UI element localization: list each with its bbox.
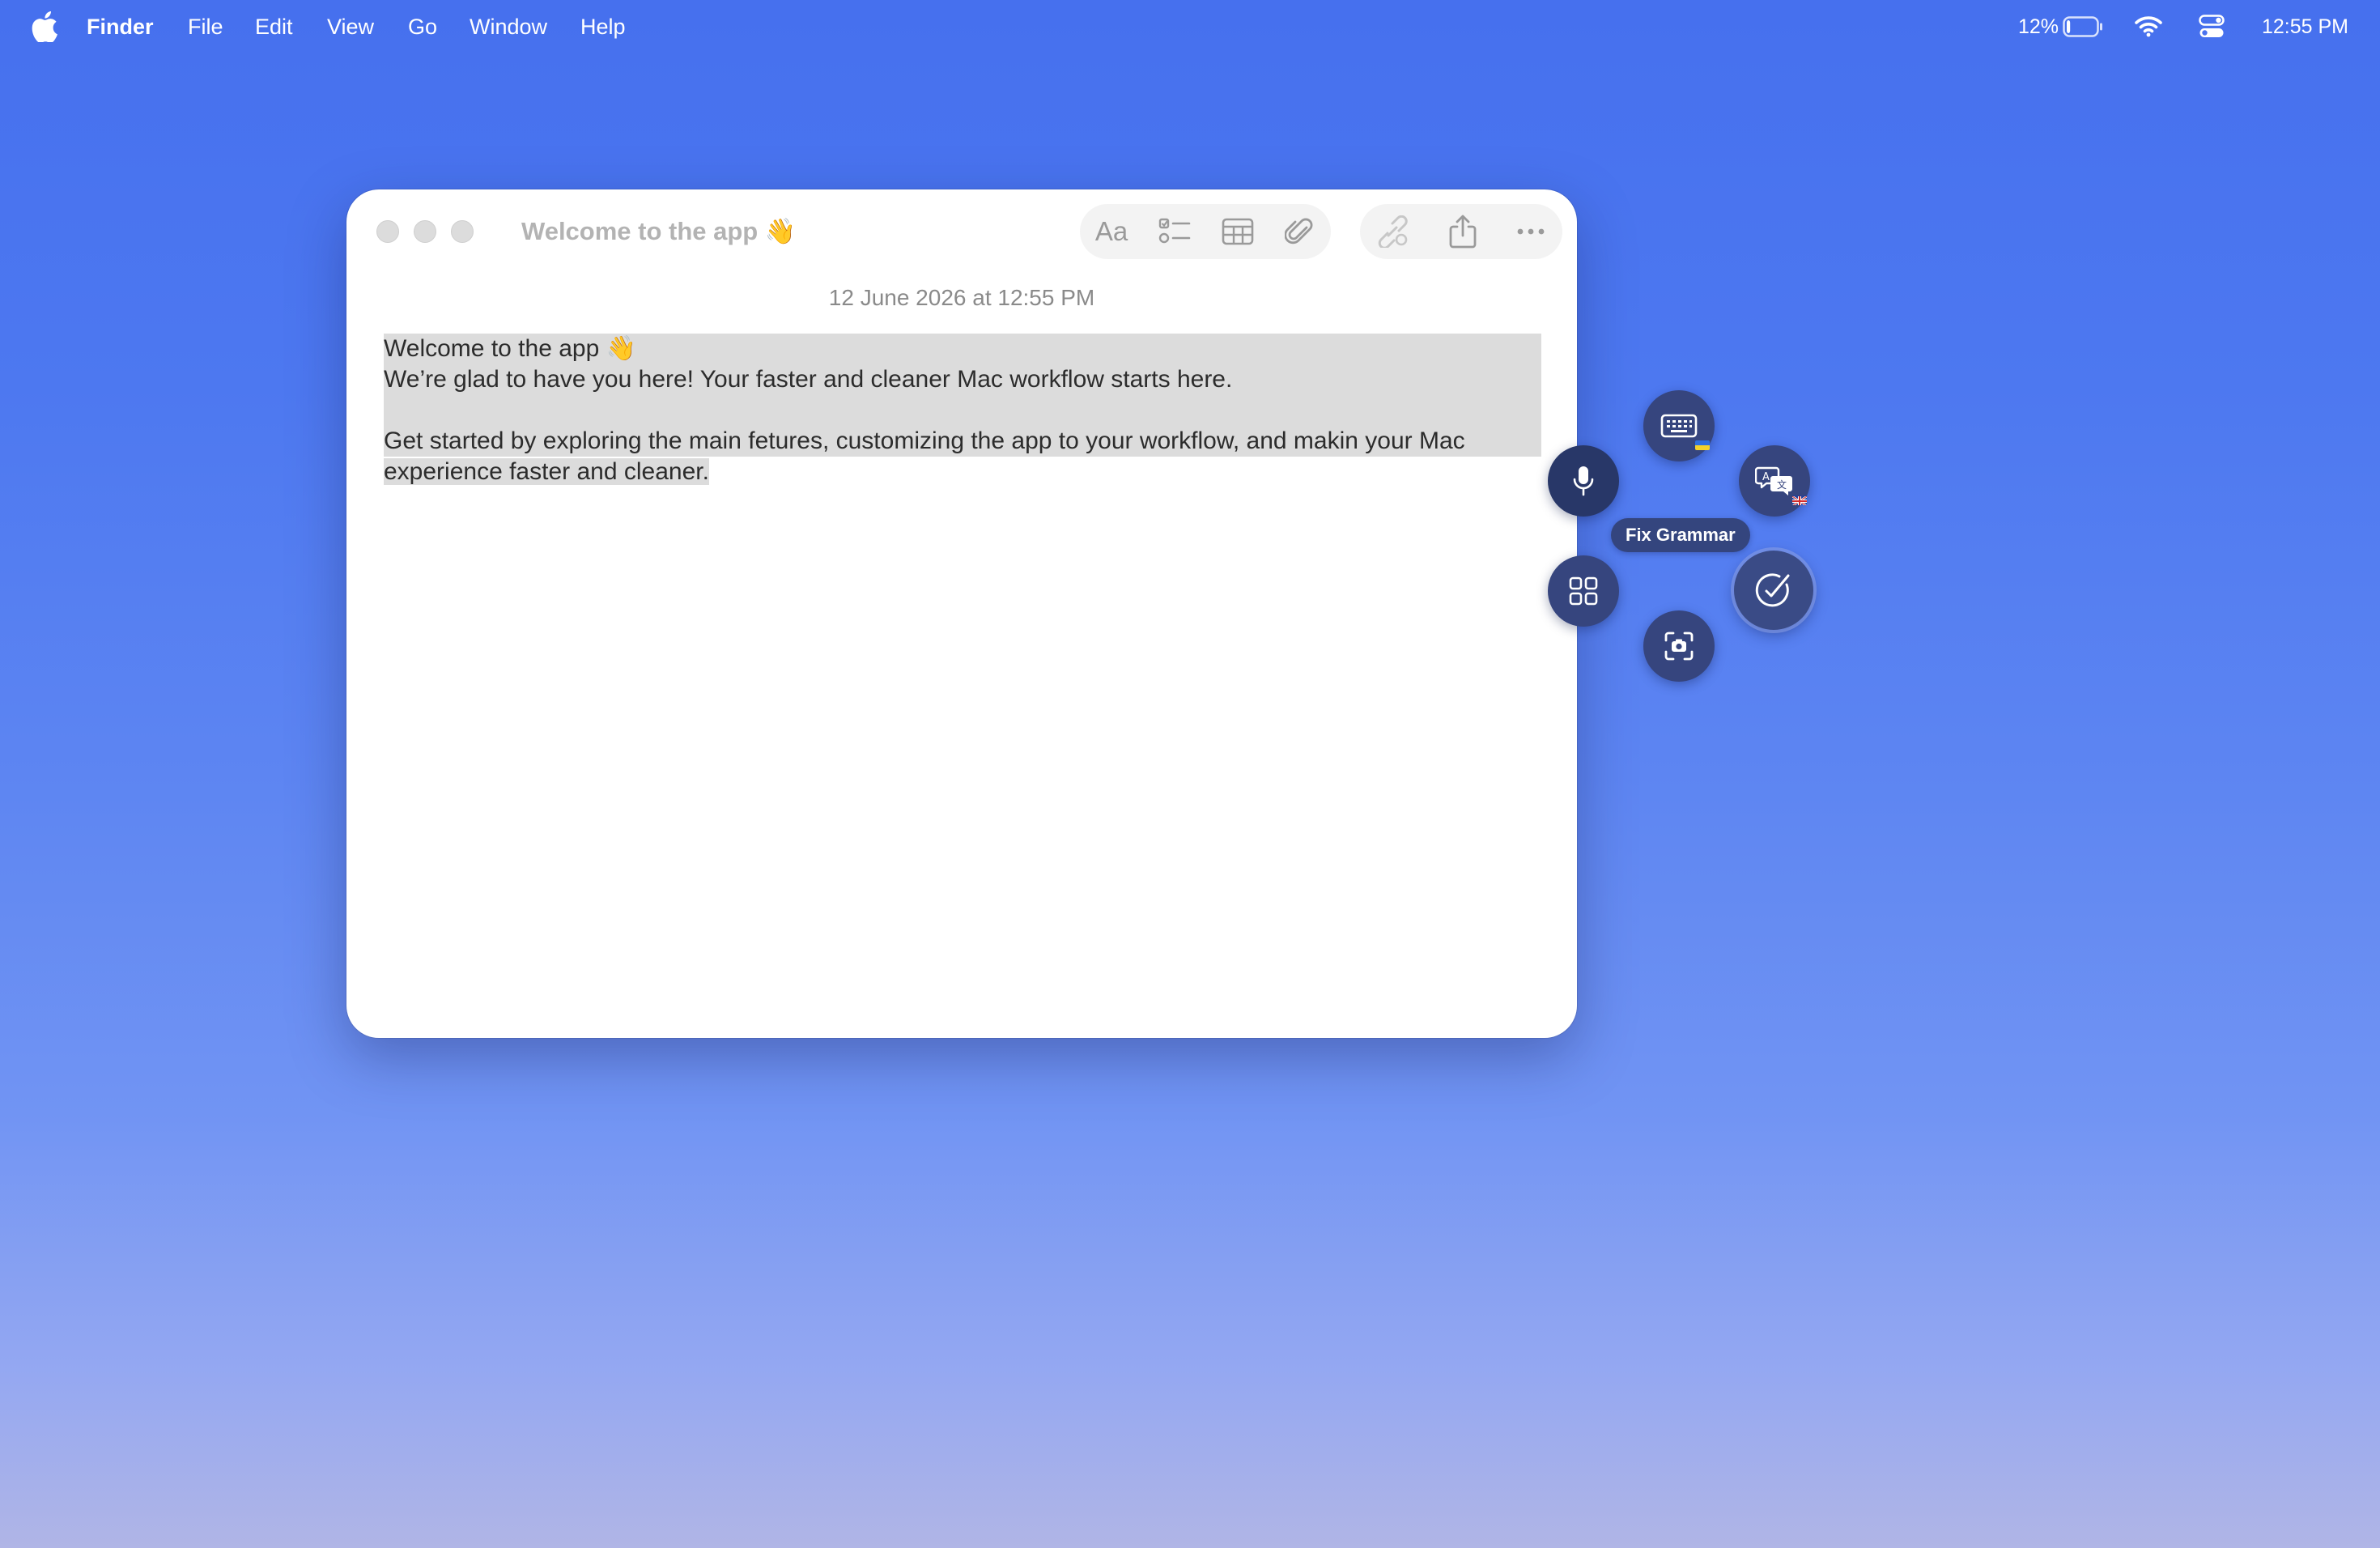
ukraine-flag-icon [1695, 440, 1710, 450]
menu-bar: Finder File Edit View Go Window Help 12%… [0, 0, 2380, 53]
menu-go[interactable]: Go [408, 13, 437, 40]
screenshot-button[interactable] [1643, 610, 1715, 682]
dictation-button[interactable] [1548, 445, 1619, 517]
translate-icon: A 文 [1755, 466, 1792, 495]
apps-grid-button[interactable] [1548, 555, 1619, 627]
table-icon [1222, 218, 1254, 245]
uk-flag-icon [1792, 495, 1807, 505]
checklist-button[interactable] [1146, 204, 1203, 259]
svg-text:文: 文 [1777, 478, 1787, 491]
fix-grammar-tooltip: Fix Grammar [1611, 518, 1750, 552]
more-button[interactable] [1502, 204, 1559, 259]
format-button[interactable]: Aa [1083, 204, 1140, 259]
share-toolbar [1360, 204, 1562, 259]
control-center-icon[interactable] [2199, 15, 2225, 39]
zoom-button[interactable] [451, 220, 474, 243]
keyboard-button[interactable] [1643, 390, 1715, 461]
note-body[interactable]: Welcome to the app 👋 We’re glad to have … [384, 334, 1541, 487]
minimize-button[interactable] [414, 220, 436, 243]
note-blank-line [384, 395, 1541, 426]
fix-grammar-button[interactable] [1734, 551, 1813, 630]
note-date: 12 June 2026 at 12:55 PM [828, 285, 1095, 310]
collaborate-button[interactable] [1365, 204, 1422, 259]
note-line-body: Get started by exploring the main feture… [384, 426, 1541, 457]
collaborate-icon [1378, 215, 1408, 248]
battery-icon[interactable] [2063, 16, 2103, 37]
table-button[interactable] [1209, 204, 1266, 259]
keyboard-icon [1660, 414, 1698, 438]
wifi-icon[interactable] [2134, 15, 2163, 37]
note-line-title: Welcome to the app 👋 [384, 334, 1541, 364]
checklist-icon [1158, 218, 1191, 244]
close-button[interactable] [376, 220, 399, 243]
format-text-label: Aa [1094, 216, 1128, 246]
screenshot-icon [1664, 632, 1694, 661]
battery-percent: 12% [2018, 15, 2059, 38]
attachment-icon [1285, 218, 1313, 245]
fix-grammar-icon [1755, 573, 1790, 607]
note-line-intro: We’re glad to have you here! Your faster… [384, 364, 1541, 395]
menu-clock[interactable]: 12:55 PM [2262, 13, 2348, 40]
note-line-end: experience faster and cleaner. [384, 458, 709, 485]
translate-button[interactable]: A 文 [1739, 445, 1810, 517]
svg-text:A: A [1762, 471, 1770, 483]
microphone-icon [1573, 466, 1594, 496]
menu-edit[interactable]: Edit [255, 13, 293, 40]
menu-help[interactable]: Help [580, 13, 626, 40]
format-toolbar: Aa [1080, 204, 1331, 259]
window-title: Welcome to the app 👋 [521, 217, 797, 245]
grid-icon [1569, 576, 1598, 606]
notes-window: Welcome to the app 👋 Aa 12 June 2026 at … [346, 189, 1577, 1038]
more-icon [1517, 228, 1545, 235]
menu-window[interactable]: Window [470, 13, 547, 40]
apple-menu-icon[interactable] [31, 11, 58, 42]
attachment-button[interactable] [1271, 204, 1328, 259]
menu-finder[interactable]: Finder [87, 13, 154, 40]
share-button[interactable] [1434, 204, 1491, 259]
share-icon [1449, 215, 1477, 249]
menu-view[interactable]: View [327, 13, 374, 40]
menu-file[interactable]: File [188, 13, 223, 40]
